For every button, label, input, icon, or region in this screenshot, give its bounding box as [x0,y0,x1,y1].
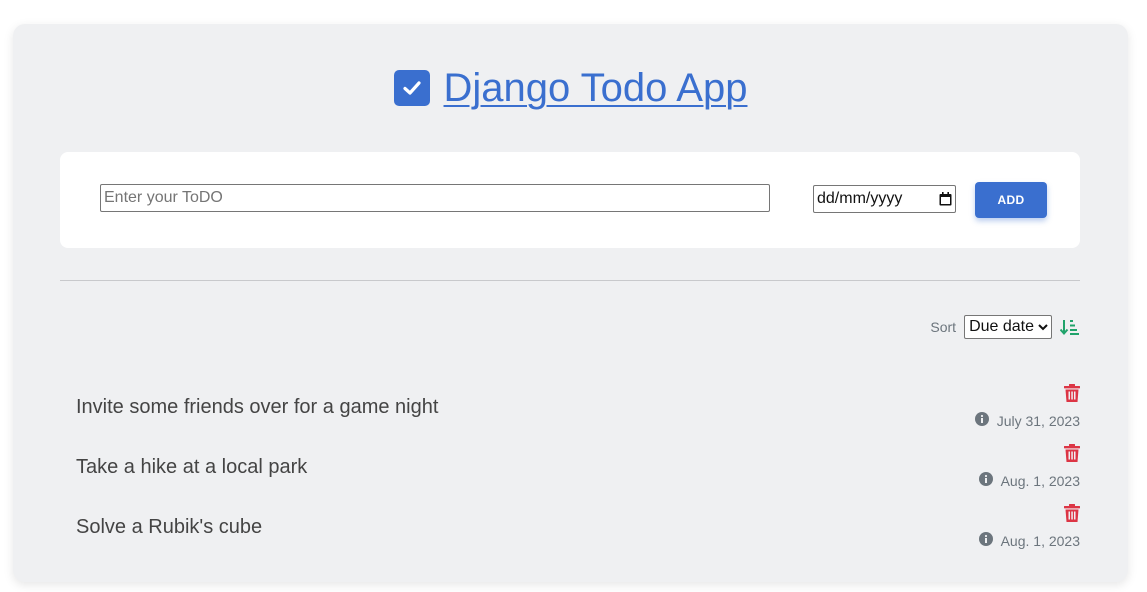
info-circle-icon [978,532,993,549]
todo-item: Solve a Rubik's cube Aug. 1, 2023 [76,504,1080,564]
due-date: July 31, 2023 [974,412,1080,429]
todo-item: Take a hike at a local park Aug. 1, 2023 [76,444,1080,504]
trash-icon[interactable] [1064,504,1080,527]
todo-text: Take a hike at a local park [76,456,308,478]
add-button[interactable]: ADD [975,182,1047,218]
info-circle-icon [974,412,989,429]
todo-card: Django Todo App dd/mm/yyyy ADD Sort Due … [13,24,1128,582]
sort-selected-value: Due date [969,318,1034,335]
due-date-text: July 31, 2023 [996,412,1080,429]
divider [60,280,1080,281]
add-todo-panel: dd/mm/yyyy ADD [60,152,1080,248]
due-date-text: Aug. 1, 2023 [1000,532,1080,549]
due-date: Aug. 1, 2023 [978,532,1080,549]
info-circle-icon [978,472,993,489]
todo-text: Invite some friends over for a game nigh… [76,396,439,418]
due-date-placeholder: dd/mm/yyyy [817,190,903,207]
due-date-text: Aug. 1, 2023 [1000,472,1080,489]
chevron-down-icon [1038,318,1048,336]
trash-icon[interactable] [1064,444,1080,467]
todo-input[interactable] [100,184,770,212]
trash-icon[interactable] [1064,384,1080,407]
due-date-input[interactable]: dd/mm/yyyy [813,185,956,213]
sort-label: Sort [930,319,957,335]
calendar-icon[interactable] [938,192,952,206]
sort-select[interactable]: Due date [964,315,1052,339]
due-date: Aug. 1, 2023 [978,472,1080,489]
todo-item: Invite some friends over for a game nigh… [76,384,1080,444]
sort-amount-down-icon[interactable] [1060,318,1080,336]
todo-text: Solve a Rubik's cube [76,516,263,538]
title-row: Django Todo App [13,64,1128,112]
checkbox-icon [393,70,430,106]
sort-controls: Sort Due date [930,315,1080,339]
page-title-link[interactable]: Django Todo App [444,64,748,112]
